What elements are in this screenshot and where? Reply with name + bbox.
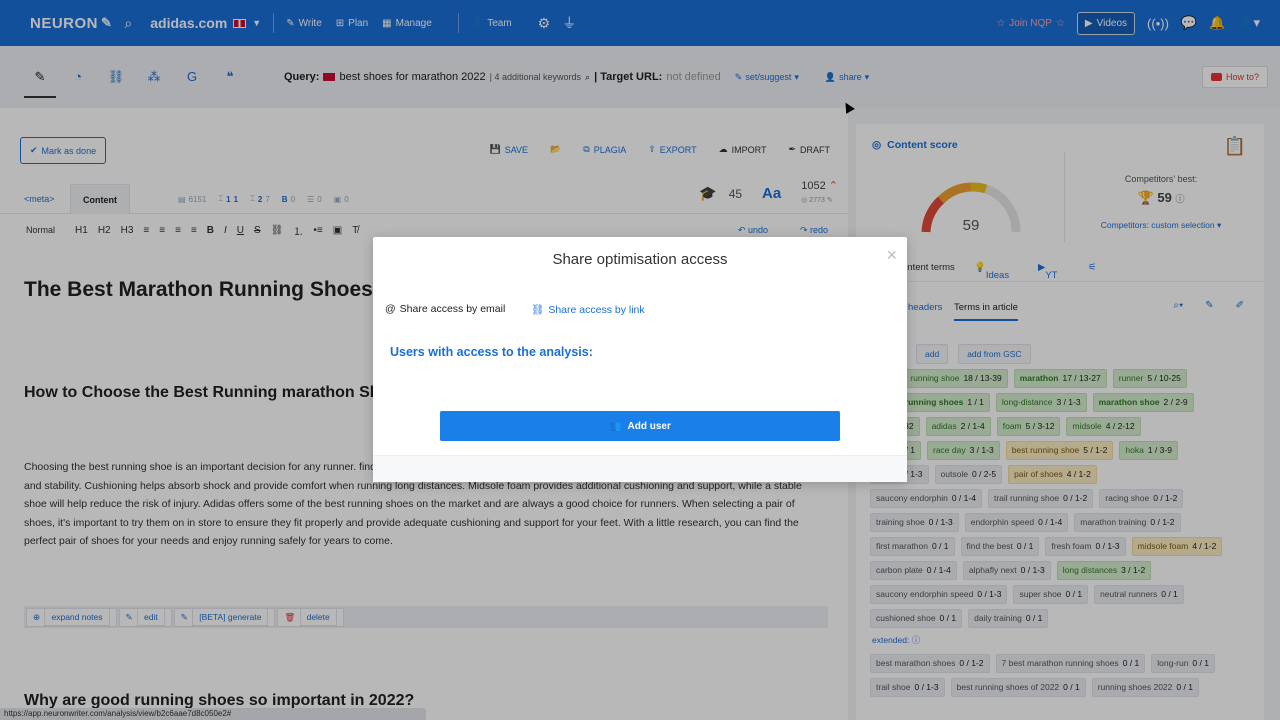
add-user-label: Add user (627, 420, 671, 432)
close-icon[interactable]: × (886, 245, 897, 266)
add-users-icon: 👥 (609, 420, 622, 432)
modal-title: Share optimisation access (552, 251, 728, 268)
add-user-button[interactable]: 👥 Add user (440, 411, 840, 441)
share-email-label: Share access by email (399, 303, 506, 315)
share-by-email-option[interactable]: @ Share access by email (385, 303, 505, 315)
link-icon: ⛓ (531, 304, 545, 316)
share-by-link-option[interactable]: ⛓ Share access by link (531, 303, 645, 317)
share-access-modal: Share optimisation access × @ Share acces… (373, 237, 907, 482)
at-sign-icon: @ (385, 303, 396, 315)
share-link-label: Share access by link (548, 303, 645, 316)
users-with-access-heading: Users with access to the analysis: (390, 345, 593, 359)
modal-footer (373, 455, 907, 482)
